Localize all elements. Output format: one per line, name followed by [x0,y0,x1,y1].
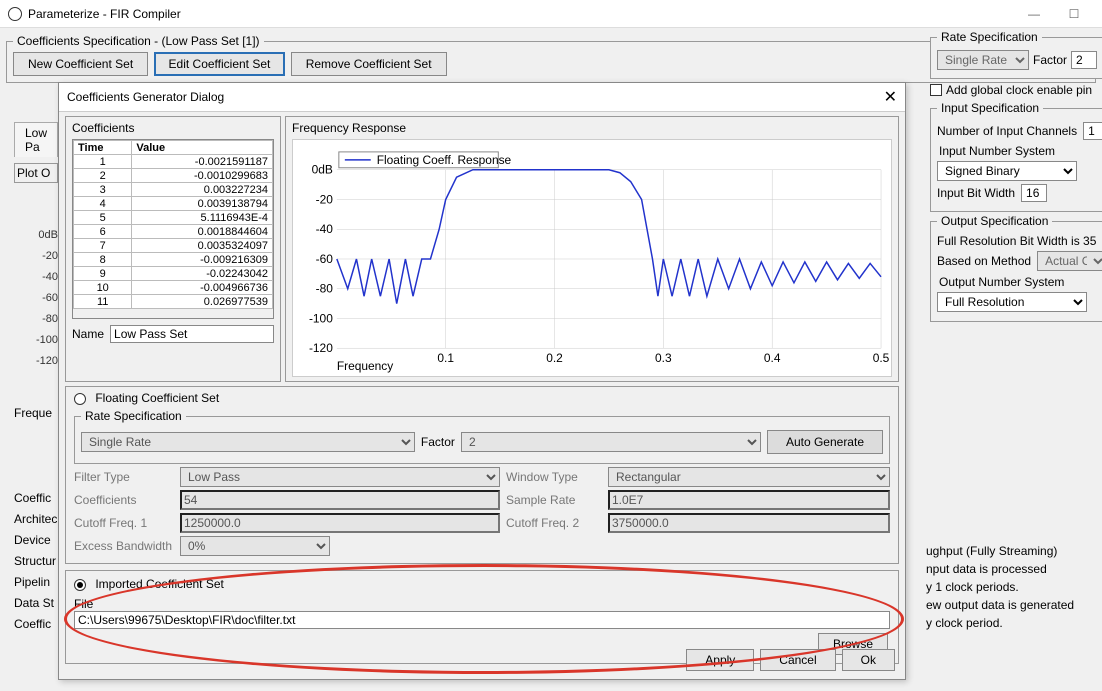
table-row: 9-0.02243042 [74,267,273,281]
coefficients-input[interactable] [180,490,500,510]
dialog-title: Coefficients Generator Dialog [67,90,224,104]
window-title: Parameterize - FIR Compiler [28,7,181,21]
maximize-button[interactable]: ☐ [1054,7,1094,21]
imported-coefficient-radio[interactable] [74,579,86,591]
floating-coefficient-radio[interactable] [74,393,86,405]
svg-text:0.1: 0.1 [437,351,454,365]
coefficients-panel: Coefficients TimeValue 1-0.0021591187 2-… [65,116,281,382]
input-specification-group: Input Specification Number of Input Chan… [930,101,1102,212]
dialog-rate-select[interactable]: Single Rate [81,432,415,452]
throughput-info: ughput (Fully Streaming) nput data is pr… [926,540,1096,634]
auto-generate-button[interactable]: Auto Generate [767,430,883,454]
coefficients-generator-dialog: Coefficients Generator Dialog ✕ Coeffici… [58,82,906,680]
table-row: 30.003227234 [74,183,273,197]
left-background-panel: Low Pa Plot O 0dB -20 -40 -60 -80 -100 -… [14,122,58,420]
table-row: 8-0.009216309 [74,253,273,267]
new-coefficient-set-button[interactable]: New Coefficient Set [13,52,148,76]
minimize-button[interactable]: — [1014,7,1054,21]
num-input-channels[interactable]: 1 [1083,122,1102,140]
floating-coefficient-set-group: Floating Coefficient Set Rate Specificat… [65,386,899,564]
svg-text:-80: -80 [316,282,334,296]
svg-text:0.4: 0.4 [764,351,781,365]
svg-text:-120: -120 [309,341,333,355]
svg-text:0dB: 0dB [312,163,333,177]
window-type-select[interactable]: Rectangular [608,467,890,487]
edit-coefficient-set-button[interactable]: Edit Coefficient Set [154,52,286,76]
table-row: 110.026977539 [74,295,273,309]
svg-text:0.3: 0.3 [655,351,672,365]
svg-text:0.5: 0.5 [873,351,890,365]
cancel-button[interactable]: Cancel [760,649,835,671]
cutoff2-input[interactable] [608,513,890,533]
coefficient-set-name-input[interactable] [110,325,274,343]
plot-options-legend: Plot O [14,163,58,183]
coefficients-table-scroll[interactable]: TimeValue 1-0.0021591187 2-0.0010299683 … [72,139,274,319]
app-icon [8,7,22,21]
table-row: 10-0.004966736 [74,281,273,295]
based-on-method-select[interactable]: Actual Coeffi [1037,251,1102,271]
table-row: 1-0.0021591187 [74,155,273,169]
svg-text:-20: -20 [316,192,334,206]
frequency-response-panel: Frequency Response Floating Coeff. Respo… [285,116,899,382]
table-row: 55.1116943E-4 [74,211,273,225]
add-global-clock-checkbox[interactable]: Add global clock enable pin [930,83,1102,97]
dialog-factor-select[interactable]: 2 [461,432,761,452]
frequency-response-chart: Floating Coeff. Response 0dB -20 -40 -60 -80… [292,139,892,377]
rate-select[interactable]: Single Rate [937,50,1029,70]
input-bit-width[interactable]: 16 [1021,184,1047,202]
cutoff1-input[interactable] [180,513,500,533]
frequency-axis-label: Freque [14,406,58,420]
table-row: 70.0035324097 [74,239,273,253]
rate-factor-value: 2 [1071,51,1097,69]
chart-legend-label: Floating Coeff. Response [377,153,512,167]
table-row: 2-0.0010299683 [74,169,273,183]
output-specification-group: Output Specification Full Resolution Bit… [930,214,1102,322]
rate-specification-group: Rate Specification Single Rate Factor 2 [930,30,1102,79]
tab-low-pass[interactable]: Low Pa [14,122,58,157]
remove-coefficient-set-button[interactable]: Remove Coefficient Set [291,52,447,76]
coefficients-table: TimeValue 1-0.0021591187 2-0.0010299683 … [73,140,273,309]
coefficients-spec-legend: Coefficients Specification - (Low Pass S… [13,34,264,48]
table-row: 60.0018844604 [74,225,273,239]
window-titlebar: Parameterize - FIR Compiler — ☐ [0,0,1102,28]
apply-button[interactable]: Apply [686,649,754,671]
close-icon[interactable]: ✕ [884,87,897,107]
svg-text:0.2: 0.2 [546,351,563,365]
left-side-labels: Coeffic Architec Device Structur Pipelin… [14,484,57,638]
table-row: 40.0039138794 [74,197,273,211]
svg-text:Frequency: Frequency [337,359,393,373]
ok-button[interactable]: Ok [842,649,895,671]
input-number-system-select[interactable]: Signed Binary [937,161,1077,181]
excess-bandwidth-select[interactable]: 0% [180,536,330,556]
svg-text:-60: -60 [316,252,334,266]
output-number-system-select[interactable]: Full Resolution [937,292,1087,312]
sample-rate-input[interactable] [608,490,890,510]
file-path-input[interactable] [74,611,890,629]
svg-text:-100: -100 [309,311,333,325]
filter-type-select[interactable]: Low Pass [180,467,500,487]
svg-text:-40: -40 [316,222,334,236]
